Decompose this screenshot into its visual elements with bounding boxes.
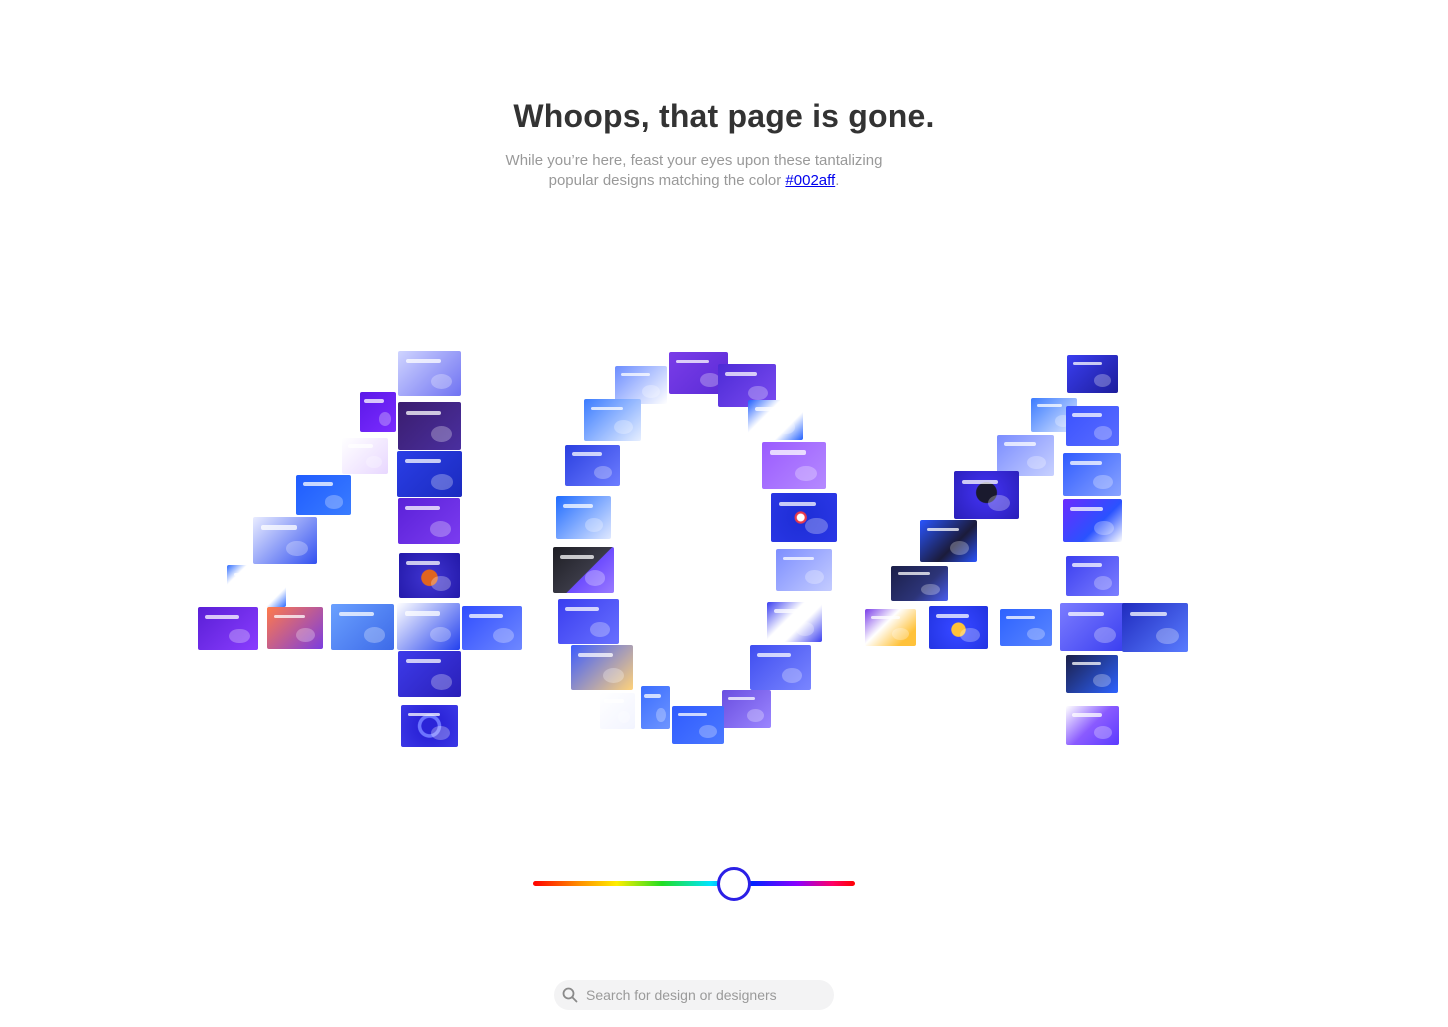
shot-thumbnail[interactable]: [1066, 556, 1119, 596]
shot-thumbnail[interactable]: [641, 686, 670, 729]
shot-thumbnail[interactable]: [571, 645, 633, 690]
shot-thumbnail[interactable]: [771, 493, 837, 542]
shot-thumbnail[interactable]: [227, 565, 286, 607]
page-subtitle: While you’re here, feast your eyes upon …: [474, 151, 914, 191]
shot-thumbnail[interactable]: [1063, 499, 1122, 542]
shot-thumbnail[interactable]: [584, 399, 641, 441]
shot-thumbnail[interactable]: [767, 602, 822, 642]
shot-thumbnail[interactable]: [750, 645, 811, 690]
shot-thumbnail[interactable]: [253, 517, 317, 564]
shot-thumbnail[interactable]: [865, 609, 916, 646]
shot-thumbnail[interactable]: [600, 693, 635, 729]
shot-thumbnail[interactable]: [565, 445, 620, 486]
subtitle-line-1: While you’re here, feast your eyes upon …: [505, 152, 883, 169]
shot-thumbnail[interactable]: [748, 400, 803, 440]
shot-thumbnail[interactable]: [1066, 655, 1118, 693]
shot-thumbnail[interactable]: [267, 607, 323, 649]
shot-thumbnail[interactable]: [556, 496, 611, 539]
shot-thumbnail[interactable]: [558, 599, 619, 644]
shot-thumbnail[interactable]: [1067, 355, 1118, 393]
shot-thumbnail[interactable]: [342, 438, 388, 474]
color-hue-slider[interactable]: [533, 867, 855, 901]
search-bar[interactable]: [554, 980, 834, 1010]
shot-thumbnail[interactable]: [398, 351, 461, 396]
color-hex-link[interactable]: #002aff: [785, 172, 835, 189]
shot-thumbnail[interactable]: [1060, 603, 1125, 651]
shot-thumbnail[interactable]: [360, 392, 396, 432]
shot-thumbnail[interactable]: [398, 402, 461, 450]
shot-thumbnail[interactable]: [891, 566, 948, 601]
shot-thumbnail[interactable]: [399, 553, 460, 598]
shot-thumbnail[interactable]: [929, 606, 988, 649]
shot-thumbnail[interactable]: [954, 471, 1019, 519]
shot-thumbnail[interactable]: [198, 607, 258, 650]
search-input[interactable]: [586, 980, 822, 1010]
subtitle-line-2-suffix: .: [835, 172, 840, 189]
shot-thumbnail[interactable]: [398, 498, 460, 544]
search-icon[interactable]: [562, 987, 578, 1003]
shot-thumbnail[interactable]: [1066, 706, 1119, 745]
subtitle-line-2-prefix: popular designs matching the color: [548, 172, 786, 189]
shot-thumbnail[interactable]: [672, 706, 724, 744]
shot-thumbnail[interactable]: [762, 442, 826, 489]
shot-thumbnail[interactable]: [920, 520, 977, 562]
shot-thumbnail[interactable]: [397, 451, 462, 497]
shot-thumbnail[interactable]: [401, 705, 458, 747]
shot-thumbnail[interactable]: [997, 435, 1054, 476]
shot-thumbnail[interactable]: [398, 651, 461, 697]
hue-slider-handle[interactable]: [717, 867, 751, 901]
shot-thumbnail[interactable]: [1063, 453, 1121, 496]
shot-thumbnail[interactable]: [776, 549, 832, 591]
page-title: Whoops, that page is gone.: [513, 98, 935, 134]
shot-thumbnail[interactable]: [397, 603, 460, 650]
shot-thumbnail[interactable]: [462, 606, 522, 650]
shot-thumbnail[interactable]: [296, 475, 351, 515]
shot-thumbnail[interactable]: [553, 547, 614, 593]
shot-thumbnail[interactable]: [1000, 609, 1052, 646]
shot-thumbnail[interactable]: [331, 604, 394, 650]
shot-thumbnail[interactable]: [722, 690, 771, 728]
shot-thumbnail[interactable]: [1122, 603, 1188, 652]
hue-slider-track[interactable]: [533, 881, 855, 886]
shot-thumbnail[interactable]: [1066, 406, 1119, 446]
